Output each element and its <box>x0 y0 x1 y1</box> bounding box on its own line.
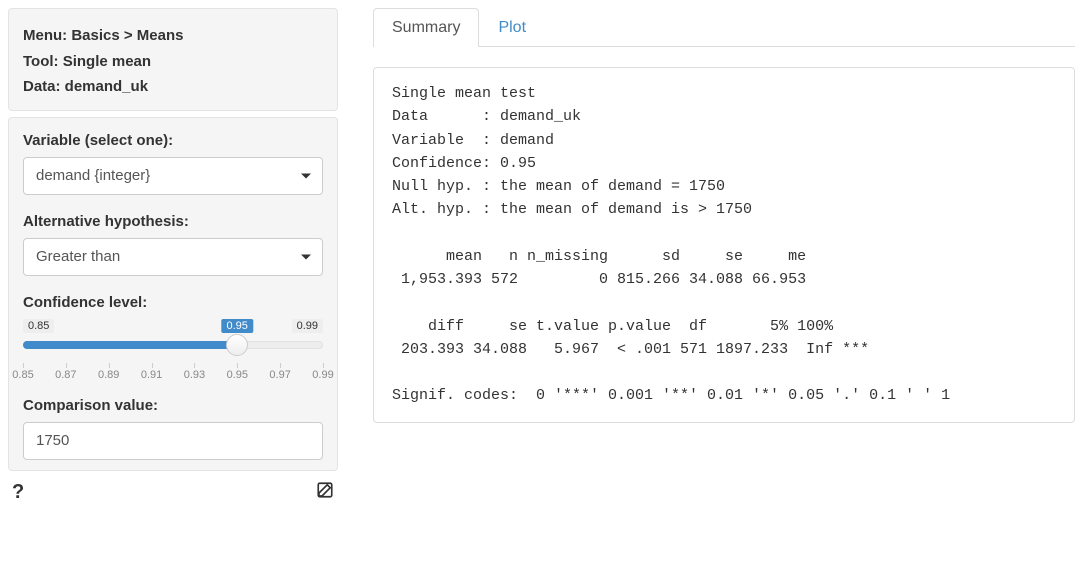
variable-select-wrap: demand {integer} <box>23 157 323 195</box>
slider-ticks: 0.850.870.890.910.930.950.970.99 <box>23 363 323 383</box>
comp-value-input[interactable] <box>23 422 323 460</box>
edit-icon[interactable] <box>316 481 334 505</box>
althyp-select[interactable]: Greater than <box>23 238 323 276</box>
variable-select[interactable]: demand {integer} <box>23 157 323 195</box>
sidebar: Menu: Basics > Means Tool: Single mean D… <box>8 8 338 505</box>
comp-label: Comparison value: <box>23 397 323 414</box>
slider-tick-label: 0.91 <box>141 369 162 381</box>
help-icon[interactable]: ? <box>12 481 24 505</box>
slider-max-label: 0.99 <box>292 319 323 333</box>
tab-bar: Summary Plot <box>373 8 1075 47</box>
data-name-line: Data: demand_uk <box>23 74 323 100</box>
output-text: Single mean test Data : demand_uk Variab… <box>373 67 1075 423</box>
variable-label: Variable (select one): <box>23 132 323 149</box>
tab-summary[interactable]: Summary <box>373 8 479 47</box>
conf-slider[interactable]: 0.85 0.95 0.99 0.850.870.890.910.930.950… <box>23 319 323 383</box>
slider-tick-label: 0.95 <box>227 369 248 381</box>
slider-tick <box>109 363 110 368</box>
tab-plot[interactable]: Plot <box>479 8 545 47</box>
slider-tick-label: 0.89 <box>98 369 119 381</box>
slider-handle[interactable] <box>226 334 248 356</box>
slider-tick-label: 0.93 <box>184 369 205 381</box>
slider-tick <box>66 363 67 368</box>
main-area: Summary Plot Single mean test Data : dem… <box>373 8 1075 505</box>
slider-tick-label: 0.99 <box>312 369 333 381</box>
controls-panel: Variable (select one): demand {integer} … <box>8 117 338 471</box>
slider-tick-label: 0.97 <box>269 369 290 381</box>
althyp-select-wrap: Greater than <box>23 238 323 276</box>
conf-label: Confidence level: <box>23 294 323 311</box>
slider-tick-label: 0.85 <box>12 369 33 381</box>
slider-value-label: 0.95 <box>221 319 252 333</box>
slider-tick <box>280 363 281 368</box>
slider-tick <box>152 363 153 368</box>
slider-tick <box>237 363 238 368</box>
slider-fill <box>23 341 237 349</box>
althyp-label: Alternative hypothesis: <box>23 213 323 230</box>
menu-breadcrumb: Menu: Basics > Means <box>23 23 323 49</box>
slider-tick-label: 0.87 <box>55 369 76 381</box>
footer-icons: ? <box>8 477 338 505</box>
slider-tick <box>23 363 24 368</box>
slider-tick <box>194 363 195 368</box>
slider-tick <box>323 363 324 368</box>
info-panel: Menu: Basics > Means Tool: Single mean D… <box>8 8 338 111</box>
slider-min-label: 0.85 <box>23 319 54 333</box>
tool-name: Tool: Single mean <box>23 49 323 75</box>
